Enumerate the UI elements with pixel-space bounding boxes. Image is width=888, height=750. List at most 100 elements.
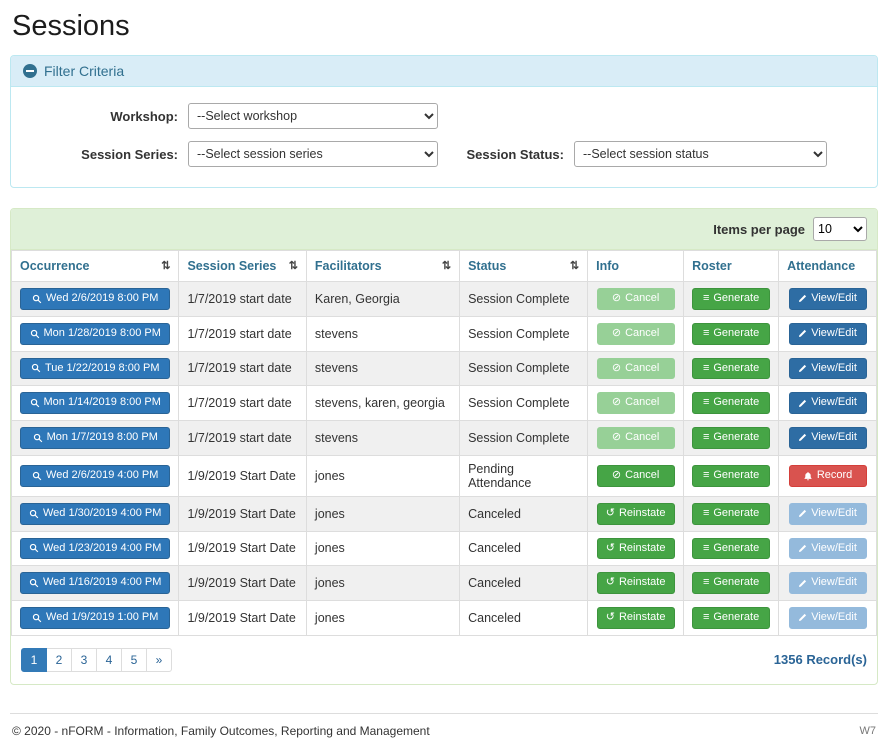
occurrence-button[interactable]: Mon 1/14/2019 8:00 PM <box>20 392 170 414</box>
view-edit-button[interactable]: View/Edit <box>789 358 867 380</box>
facilitators-cell: jones <box>306 601 459 636</box>
view-edit-button-label: View/Edit <box>811 396 857 410</box>
sort-icon[interactable]: ⇅ <box>570 259 579 272</box>
occurrence-button[interactable]: Wed 1/9/2019 1:00 PM <box>20 607 170 629</box>
page-button-3[interactable]: 3 <box>71 648 97 672</box>
occurrence-button[interactable]: Wed 1/16/2019 4:00 PM <box>20 572 170 594</box>
sessions-page: Sessions Filter Criteria Workshop: --Sel… <box>0 10 888 750</box>
generate-button[interactable]: ≡Generate <box>692 607 770 629</box>
session-series-cell: 1/7/2019 start date <box>179 351 306 386</box>
view-edit-button[interactable]: View/Edit <box>789 323 867 345</box>
filter-criteria-panel: Filter Criteria Workshop: --Select works… <box>10 55 878 188</box>
occurrence-button[interactable]: Wed 2/6/2019 4:00 PM <box>20 465 170 487</box>
sort-icon[interactable]: ⇅ <box>161 259 170 272</box>
session-row: Mon 1/14/2019 8:00 PM1/7/2019 start date… <box>12 386 877 421</box>
cancel-button[interactable]: ⊘Cancel <box>597 427 675 449</box>
generate-button[interactable]: ≡Generate <box>692 288 770 310</box>
generate-button[interactable]: ≡Generate <box>692 572 770 594</box>
sessions-table-panel: Items per page 10 Occurrence⇅Session Ser… <box>10 208 878 685</box>
session-row: Mon 1/7/2019 8:00 PM1/7/2019 start dates… <box>12 421 877 456</box>
pencil-icon <box>798 579 807 588</box>
footer-version: W7 <box>860 725 877 737</box>
record-button[interactable]: Record <box>789 465 867 487</box>
view-edit-button[interactable]: View/Edit <box>789 392 867 414</box>
view-edit-button-label: View/Edit <box>811 576 857 590</box>
column-header-facilitators[interactable]: Facilitators⇅ <box>306 251 459 282</box>
column-header-occurrence[interactable]: Occurrence⇅ <box>12 251 179 282</box>
cancel-button[interactable]: ⊘Cancel <box>597 392 675 414</box>
generate-button-label: Generate <box>713 611 759 625</box>
status-cell: Session Complete <box>460 282 588 317</box>
roster-cell: ≡Generate <box>684 351 779 386</box>
facilitators-cell: jones <box>306 566 459 601</box>
reinstate-button[interactable]: ↺Reinstate <box>597 607 675 629</box>
session-series-select[interactable]: --Select session series <box>188 141 438 167</box>
attendance-cell: View/Edit <box>779 282 877 317</box>
cancel-button[interactable]: ⊘Cancel <box>597 288 675 310</box>
session-status-select[interactable]: --Select session status <box>574 141 827 167</box>
bars-icon: ≡ <box>703 292 709 306</box>
status-cell: Canceled <box>460 496 588 531</box>
occurrence-button[interactable]: Wed 1/30/2019 4:00 PM <box>20 503 170 525</box>
roster-cell: ≡Generate <box>684 386 779 421</box>
cancel-button-label: Cancel <box>625 469 659 483</box>
page-button-1[interactable]: 1 <box>21 648 47 672</box>
view-edit-button[interactable]: View/Edit <box>789 427 867 449</box>
roster-cell: ≡Generate <box>684 316 779 351</box>
filter-criteria-header[interactable]: Filter Criteria <box>11 56 877 87</box>
status-cell: Session Complete <box>460 421 588 456</box>
session-series-cell: 1/7/2019 start date <box>179 282 306 317</box>
table-toolbar: Items per page 10 <box>11 209 877 250</box>
attendance-cell: View/Edit <box>779 386 877 421</box>
column-header-status[interactable]: Status⇅ <box>460 251 588 282</box>
workshop-select[interactable]: --Select workshop <box>188 103 438 129</box>
generate-button[interactable]: ≡Generate <box>692 427 770 449</box>
session-series-cell: 1/7/2019 start date <box>179 421 306 456</box>
items-per-page-select[interactable]: 10 <box>813 217 867 241</box>
reinstate-button-label: Reinstate <box>619 611 665 625</box>
undo-icon: ↺ <box>606 542 615 556</box>
view-edit-button[interactable]: View/Edit <box>789 607 867 629</box>
reinstate-button[interactable]: ↺Reinstate <box>597 538 675 560</box>
generate-button-label: Generate <box>713 327 759 341</box>
generate-button[interactable]: ≡Generate <box>692 392 770 414</box>
page-button-5[interactable]: 5 <box>121 648 147 672</box>
view-edit-button[interactable]: View/Edit <box>789 503 867 525</box>
view-edit-button[interactable]: View/Edit <box>789 288 867 310</box>
page-button-2[interactable]: 2 <box>46 648 72 672</box>
status-cell: Canceled <box>460 531 588 566</box>
sort-icon[interactable]: ⇅ <box>442 259 451 272</box>
occurrence-button[interactable]: Wed 2/6/2019 8:00 PM <box>20 288 170 310</box>
page-button-[interactable]: » <box>146 648 172 672</box>
cancel-button[interactable]: ⊘Cancel <box>597 465 675 487</box>
collapse-minus-icon[interactable] <box>23 64 37 78</box>
occurrence-button[interactable]: Mon 1/28/2019 8:00 PM <box>20 323 170 345</box>
filter-criteria-title: Filter Criteria <box>44 63 124 79</box>
occurrence-button[interactable]: Tue 1/22/2019 8:00 PM <box>20 358 170 380</box>
page-button-4[interactable]: 4 <box>96 648 122 672</box>
reinstate-button[interactable]: ↺Reinstate <box>597 503 675 525</box>
pencil-icon <box>798 433 807 442</box>
cancel-button-label: Cancel <box>625 362 659 376</box>
facilitators-cell: jones <box>306 531 459 566</box>
sort-icon[interactable]: ⇅ <box>289 259 298 272</box>
occurrence-button[interactable]: Wed 1/23/2019 4:00 PM <box>20 538 170 560</box>
column-header-session-series[interactable]: Session Series⇅ <box>179 251 306 282</box>
bell-icon <box>803 471 813 481</box>
generate-button[interactable]: ≡Generate <box>692 538 770 560</box>
occurrence-button[interactable]: Mon 1/7/2019 8:00 PM <box>20 427 170 449</box>
view-edit-button[interactable]: View/Edit <box>789 572 867 594</box>
generate-button[interactable]: ≡Generate <box>692 503 770 525</box>
generate-button[interactable]: ≡Generate <box>692 323 770 345</box>
cancel-button[interactable]: ⊘Cancel <box>597 358 675 380</box>
generate-button[interactable]: ≡Generate <box>692 358 770 380</box>
generate-button[interactable]: ≡Generate <box>692 465 770 487</box>
sessions-table: Occurrence⇅Session Series⇅Facilitators⇅S… <box>11 250 877 636</box>
view-edit-button[interactable]: View/Edit <box>789 538 867 560</box>
reinstate-button[interactable]: ↺Reinstate <box>597 572 675 594</box>
search-icon <box>29 543 39 553</box>
search-icon <box>29 509 39 519</box>
cancel-button[interactable]: ⊘Cancel <box>597 323 675 345</box>
session-series-cell: 1/9/2019 Start Date <box>179 566 306 601</box>
pencil-icon <box>798 364 807 373</box>
